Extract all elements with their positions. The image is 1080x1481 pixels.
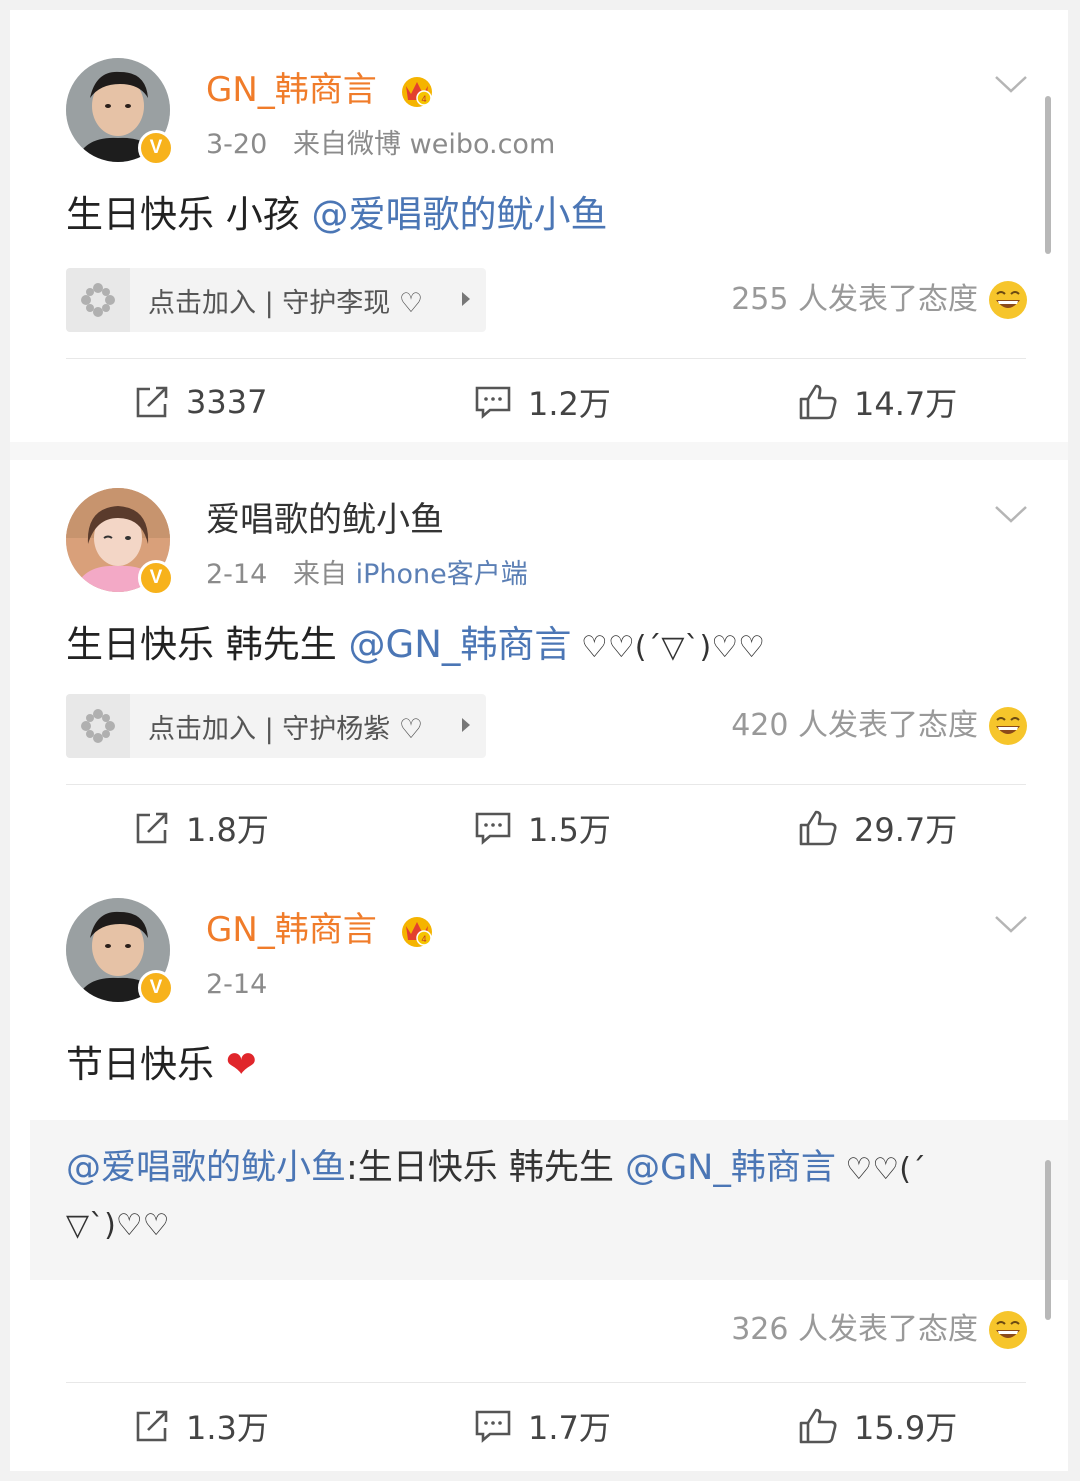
reaction-summary[interactable]: 255 人发表了态度 (731, 280, 1028, 320)
like-button[interactable]: 15.9万 (798, 1396, 957, 1456)
smiley-icon (989, 281, 1027, 319)
repost-button[interactable]: 3337 (134, 372, 267, 432)
comment-count: 1.5万 (528, 811, 611, 849)
like-button[interactable]: 14.7万 (798, 372, 957, 432)
repost-count: 3337 (186, 383, 268, 421)
action-bar: 1.8万 1.5万 29.7万 (66, 798, 1026, 858)
reaction-count: 420 人发表了态度 (731, 708, 978, 743)
like-count: 14.7万 (854, 385, 958, 423)
join-label: 点击加入 | 守护杨紫 ♡ (148, 714, 424, 745)
join-label: 点击加入 | 守护李现 ♡ (148, 288, 424, 319)
username[interactable]: 爱唱歌的鱿小鱼 (206, 500, 444, 540)
smiley-icon (989, 1311, 1027, 1349)
post-date: 3-20 (206, 129, 268, 160)
verified-badge-icon: V (138, 130, 174, 166)
like-icon (799, 1408, 837, 1444)
source-app[interactable]: weibo.com (410, 129, 556, 160)
scrollbar[interactable] (1045, 1160, 1051, 1320)
post-card[interactable]: V GN_韩商言 4 2-14 节日快乐 ❤ @爱唱歌的鱿小鱼:生日快乐 韩先生… (10, 870, 1068, 1471)
source-app[interactable]: iPhone客户端 (356, 559, 528, 590)
mention-link[interactable]: @GN_韩商言 (625, 1148, 836, 1188)
smiley-icon (989, 707, 1027, 745)
comment-icon (475, 1410, 511, 1443)
post-text: 生日快乐 小孩 @爱唱歌的鱿小鱼 (66, 193, 608, 236)
mention-link[interactable]: @爱唱歌的鱿小鱼 (66, 1148, 346, 1188)
reaction-summary[interactable]: 326 人发表了态度 (731, 1310, 1028, 1350)
reaction-count: 255 人发表了态度 (731, 282, 978, 317)
join-fan-icon (66, 268, 130, 332)
username[interactable]: GN_韩商言 (206, 70, 377, 110)
comment-button[interactable]: 1.5万 (474, 798, 611, 858)
source-prefix: 来自微博 (293, 129, 402, 160)
post-text: 节日快乐 ❤ (66, 1043, 257, 1086)
crown-vip-icon[interactable]: 4 (398, 912, 436, 948)
post-meta: 2-14 来自 iPhone客户端 (206, 558, 528, 592)
comment-button[interactable]: 1.2万 (474, 372, 611, 432)
comment-button[interactable]: 1.7万 (474, 1396, 611, 1456)
chevron-down-icon[interactable] (994, 914, 1028, 934)
post-date: 2-14 (206, 559, 268, 590)
post-card[interactable]: V GN_韩商言 4 3-20 来自微博 weibo.com 生日快乐 小孩 @… (10, 10, 1068, 442)
like-icon (799, 384, 837, 420)
weibo-feed: V GN_韩商言 4 3-20 来自微博 weibo.com 生日快乐 小孩 @… (10, 10, 1068, 1471)
post-card[interactable]: V 爱唱歌的鱿小鱼 2-14 来自 iPhone客户端 生日快乐 韩先生 @GN… (10, 460, 1068, 870)
repost-icon (136, 386, 168, 418)
comment-icon (475, 812, 511, 845)
mention-link[interactable]: @爱唱歌的鱿小鱼 (312, 193, 608, 236)
chevron-down-icon[interactable] (994, 504, 1028, 524)
mention-link[interactable]: @GN_韩商言 (349, 623, 572, 666)
action-bar: 1.3万 1.7万 15.9万 (66, 1396, 1026, 1456)
username[interactable]: GN_韩商言 (206, 910, 377, 950)
like-count: 15.9万 (854, 1409, 958, 1447)
source-prefix: 来自 (293, 559, 348, 590)
divider (66, 1382, 1026, 1383)
chevron-down-icon[interactable] (994, 74, 1028, 94)
repost-icon (136, 1410, 168, 1442)
crown-vip-icon[interactable]: 4 (398, 72, 436, 108)
quote-line: @爱唱歌的鱿小鱼:生日快乐 韩先生 @GN_韩商言 ♡♡(´ (66, 1148, 926, 1188)
repost-count: 1.8万 (186, 811, 269, 849)
post-date: 2-14 (206, 969, 268, 1000)
comment-icon (475, 386, 511, 419)
kaomoji: ♡♡(´ (835, 1152, 926, 1187)
reaction-count: 326 人发表了态度 (731, 1312, 978, 1347)
svg-text:4: 4 (421, 934, 426, 944)
reaction-summary[interactable]: 420 人发表了态度 (731, 706, 1028, 746)
verified-badge-icon: V (138, 560, 174, 596)
like-count: 29.7万 (854, 811, 958, 849)
divider (66, 358, 1026, 359)
scrollbar[interactable] (1045, 96, 1051, 254)
repost-button[interactable]: 1.8万 (134, 798, 269, 858)
verified-badge-icon: V (138, 970, 174, 1006)
kaomoji: ▽`)♡♡ (66, 1208, 170, 1243)
kaomoji: ♡♡(´▽`)♡♡ (571, 630, 765, 665)
join-fan-group-button[interactable]: 点击加入 | 守护杨紫 ♡ (66, 694, 486, 758)
arrow-right-icon (462, 292, 470, 306)
post-meta: 2-14 (206, 968, 267, 1002)
join-fan-group-button[interactable]: 点击加入 | 守护李现 ♡ (66, 268, 486, 332)
divider (66, 784, 1026, 785)
svg-text:4: 4 (421, 94, 426, 104)
like-icon (799, 810, 837, 846)
post-separator (10, 442, 1068, 460)
repost-count: 1.3万 (186, 1409, 269, 1447)
comment-count: 1.7万 (528, 1409, 611, 1447)
post-meta: 3-20 来自微博 weibo.com (206, 128, 555, 162)
post-text: 生日快乐 韩先生 @GN_韩商言 ♡♡(´▽`)♡♡ (66, 623, 765, 666)
quote-line: ▽`)♡♡ (66, 1202, 170, 1248)
red-heart-icon: ❤ (225, 1043, 257, 1086)
repost-icon (136, 812, 168, 844)
repost-button[interactable]: 1.3万 (134, 1396, 269, 1456)
comment-count: 1.2万 (528, 385, 611, 423)
reposted-content[interactable]: @爱唱歌的鱿小鱼:生日快乐 韩先生 @GN_韩商言 ♡♡(´ ▽`)♡♡ (30, 1120, 1068, 1280)
arrow-right-icon (462, 718, 470, 732)
action-bar: 3337 1.2万 14.7万 (66, 372, 1026, 432)
join-fan-icon (66, 694, 130, 758)
like-button[interactable]: 29.7万 (798, 798, 957, 858)
